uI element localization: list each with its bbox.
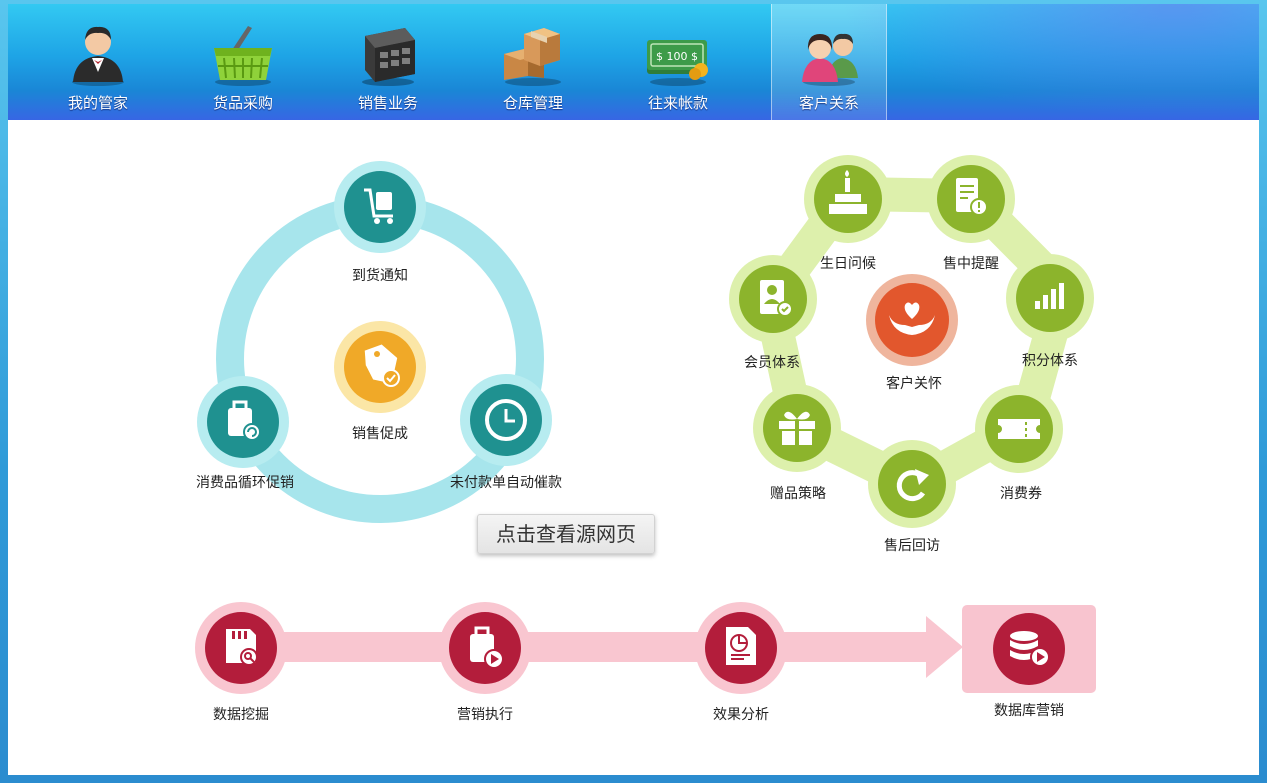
pipeline-arrowhead (926, 616, 963, 678)
effect-analysis-node[interactable] (694, 601, 788, 695)
pipeline-band (241, 632, 931, 662)
nav-item-purchasing[interactable]: 货品采购 (186, 4, 300, 120)
coupon-node[interactable] (974, 384, 1064, 474)
points-system-node[interactable] (1005, 253, 1095, 343)
report-chart-icon (726, 627, 756, 665)
nav-item-sales[interactable]: 销售业务 (331, 4, 445, 120)
arrival-notice-label: 到货通知 (352, 268, 408, 284)
consumer-promo-node[interactable] (196, 375, 290, 469)
customers-icon (802, 33, 858, 86)
nav-label: 货品采购 (212, 94, 273, 112)
after-sale-visit-label: 售后回访 (884, 538, 940, 554)
data-mining-node[interactable] (194, 601, 288, 695)
arrival-notice-node[interactable] (333, 160, 427, 254)
sd-card-search-icon (226, 629, 258, 666)
money-icon: $ 100 $ (647, 40, 708, 86)
auto-dunning-node[interactable] (459, 373, 553, 467)
boxes-icon (504, 28, 561, 86)
membership-label: 会员体系 (744, 355, 800, 371)
nav-label: 仓库管理 (502, 94, 563, 112)
birthday-label: 生日问候 (820, 256, 876, 272)
ticket-icon (998, 419, 1040, 439)
view-source-button[interactable]: 点击查看源网页 (477, 514, 655, 554)
nav-item-customer-relations[interactable]: 客户关系 (771, 4, 887, 120)
customer-care-label: 客户关怀 (886, 376, 942, 392)
main-panel: 到货通知 消费品循环促销 未付款单自动催款 销售促成 生日问候 售中提醒 积分体… (8, 120, 1259, 775)
nav-label: 销售业务 (357, 94, 418, 112)
butler-icon (72, 26, 124, 86)
top-nav-bar: 我的管家 货品采购 销售业务 仓库管理 $ 100 $ 往来帐款 客户关系 (8, 4, 1259, 120)
gift-strategy-node[interactable] (752, 383, 842, 473)
auto-dunning-label: 未付款单自动催款 (450, 475, 562, 491)
in-sale-reminder-label: 售中提醒 (943, 256, 999, 272)
nav-item-accounts[interactable]: $ 100 $ 往来帐款 (621, 4, 735, 120)
membership-node[interactable] (728, 254, 818, 344)
nav-label: 客户关系 (798, 94, 859, 112)
nav-item-warehouse[interactable]: 仓库管理 (476, 4, 590, 120)
database-marketing-node[interactable] (982, 602, 1076, 696)
nav-item-my-butler[interactable]: 我的管家 (41, 4, 155, 120)
basket-icon (214, 26, 272, 86)
after-sale-visit-node[interactable] (867, 439, 957, 529)
data-mining-label: 数据挖掘 (213, 707, 269, 723)
marketing-execution-label: 营销执行 (457, 707, 513, 723)
gift-strategy-label: 赠品策略 (770, 486, 826, 502)
points-system-label: 积分体系 (1022, 353, 1078, 369)
database-marketing-label: 数据库营销 (994, 703, 1064, 719)
coupon-label: 消费券 (1000, 486, 1042, 502)
marketing-execution-node[interactable] (438, 601, 532, 695)
sales-promotion-label: 销售促成 (352, 426, 408, 442)
sales-promotion-center[interactable] (333, 320, 427, 414)
customer-care-center[interactable] (865, 273, 959, 367)
nav-label: 我的管家 (67, 94, 128, 112)
effect-analysis-label: 效果分析 (713, 707, 769, 723)
register-icon (362, 28, 415, 86)
in-sale-reminder-node[interactable] (926, 154, 1016, 244)
birthday-node[interactable] (803, 154, 893, 244)
money-text: $ 100 $ (656, 50, 698, 63)
nav-label: 往来帐款 (647, 94, 708, 112)
consumer-promo-label: 消费品循环促销 (196, 475, 294, 491)
